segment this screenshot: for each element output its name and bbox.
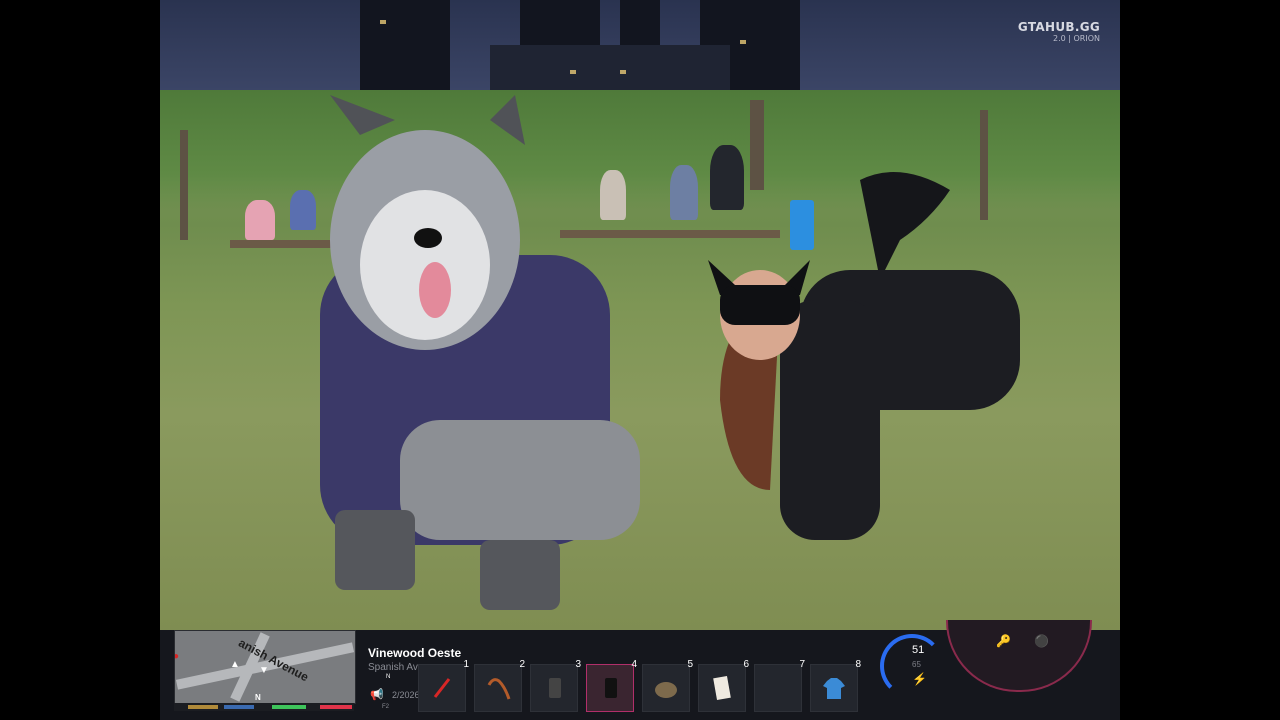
slot-number: 5 [687, 659, 693, 670]
phone-icon [549, 678, 561, 698]
health-bar [320, 705, 352, 709]
lightbulb-icon: ⚫ [1034, 634, 1049, 648]
seated-person [245, 200, 275, 240]
city-skyline-backdrop: GTAHUB.GG 2.0 | ORION [160, 0, 1120, 90]
park-photo-overlay [160, 90, 1120, 630]
slot-number: 3 [575, 659, 581, 670]
phone-icon [605, 678, 617, 698]
game-hud: anish Avenue ▲ ▼ ● N Vinewood Oeste Span… [160, 620, 1120, 720]
street-name: Vinewood Oeste [368, 646, 462, 660]
radial-menu[interactable]: 🔑 ⚫ [946, 620, 1092, 692]
wolf-costume-person [320, 95, 640, 610]
speed-sub-value: 65 [912, 660, 921, 669]
speed-value: 51 [912, 644, 925, 656]
slot-number: 2 [519, 659, 525, 670]
player-arrow-icon: ▼ [259, 665, 269, 676]
slot-number: 6 [743, 659, 749, 670]
inventory-slot-1[interactable]: 1 [418, 659, 469, 712]
inventory-slot-8[interactable]: 8 [810, 659, 861, 712]
thirst-bar [224, 705, 254, 709]
inventory-slot-5[interactable]: 5 [642, 659, 693, 712]
bolt-icon: ⚡ [912, 672, 927, 686]
inventory-slot-4[interactable]: 4 [586, 659, 637, 712]
window-light [380, 20, 386, 24]
minimap-north-marker: N [255, 693, 261, 702]
shirt-icon [823, 678, 845, 699]
slot-number: 7 [799, 659, 805, 670]
watermark-version: 2.0 | ORION [1053, 34, 1100, 43]
gtahub-watermark: GTAHUB.GG 2.0 | ORION [1018, 20, 1100, 43]
key-hint: F2 [382, 704, 390, 710]
inventory-slot-7[interactable]: 7 [754, 659, 805, 712]
inventory-slot-3[interactable]: 3 [530, 659, 581, 712]
slot-number: 1 [463, 659, 469, 670]
tree-trunk [180, 130, 188, 240]
window-light [570, 70, 576, 74]
megaphone-icon: 📢 [370, 689, 384, 701]
knife-icon [433, 678, 451, 698]
watermark-brand: GTAHUB.GG [1017, 20, 1100, 34]
cane-icon [487, 678, 511, 700]
building [490, 45, 730, 90]
paper-icon [713, 675, 731, 701]
inventory-slot-6[interactable]: 6 [698, 659, 749, 712]
slot-number: 4 [631, 659, 637, 670]
cat-costume-person [708, 172, 1020, 540]
hunger-bar [188, 705, 218, 709]
minimap[interactable]: anish Avenue ▲ ▼ ● N [174, 630, 356, 704]
key-icon: 🔑 [996, 634, 1011, 648]
window-light [620, 70, 626, 74]
status-bars [174, 703, 354, 711]
building [360, 0, 450, 90]
marker-icon: ● [175, 651, 179, 662]
speedometer: 51 65 ⚡ [880, 634, 944, 698]
slot-number: 8 [855, 659, 861, 670]
location-north: N [386, 674, 391, 680]
bag-icon [655, 682, 677, 698]
inventory-slot-2[interactable]: 2 [474, 659, 525, 712]
armor-bar [272, 705, 306, 709]
game-frame: GTAHUB.GG 2.0 | ORION anish Avenue ▲ ▼ N… [160, 0, 1120, 720]
car-icon: ▲ [230, 659, 240, 670]
window-light [740, 40, 746, 44]
